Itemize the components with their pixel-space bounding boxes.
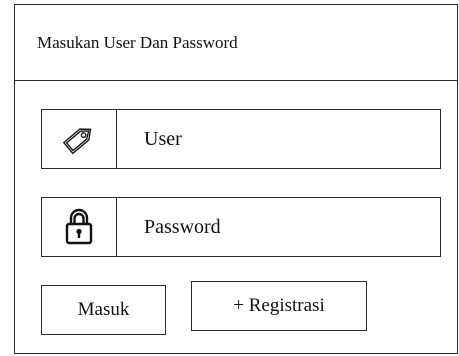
panel-title: Masukan User Dan Password	[37, 32, 238, 52]
panel-header: Masukan User Dan Password	[15, 5, 457, 81]
lock-icon	[42, 198, 117, 256]
user-field-label: User	[144, 127, 182, 150]
login-panel: Masukan User Dan Password User Password …	[14, 4, 458, 354]
tag-icon	[42, 110, 117, 168]
login-button[interactable]: Masuk	[41, 285, 166, 335]
user-field[interactable]: User	[41, 109, 441, 169]
password-field-label: Password	[144, 215, 221, 238]
password-field[interactable]: Password	[41, 197, 441, 257]
register-button[interactable]: + Registrasi	[191, 281, 367, 331]
